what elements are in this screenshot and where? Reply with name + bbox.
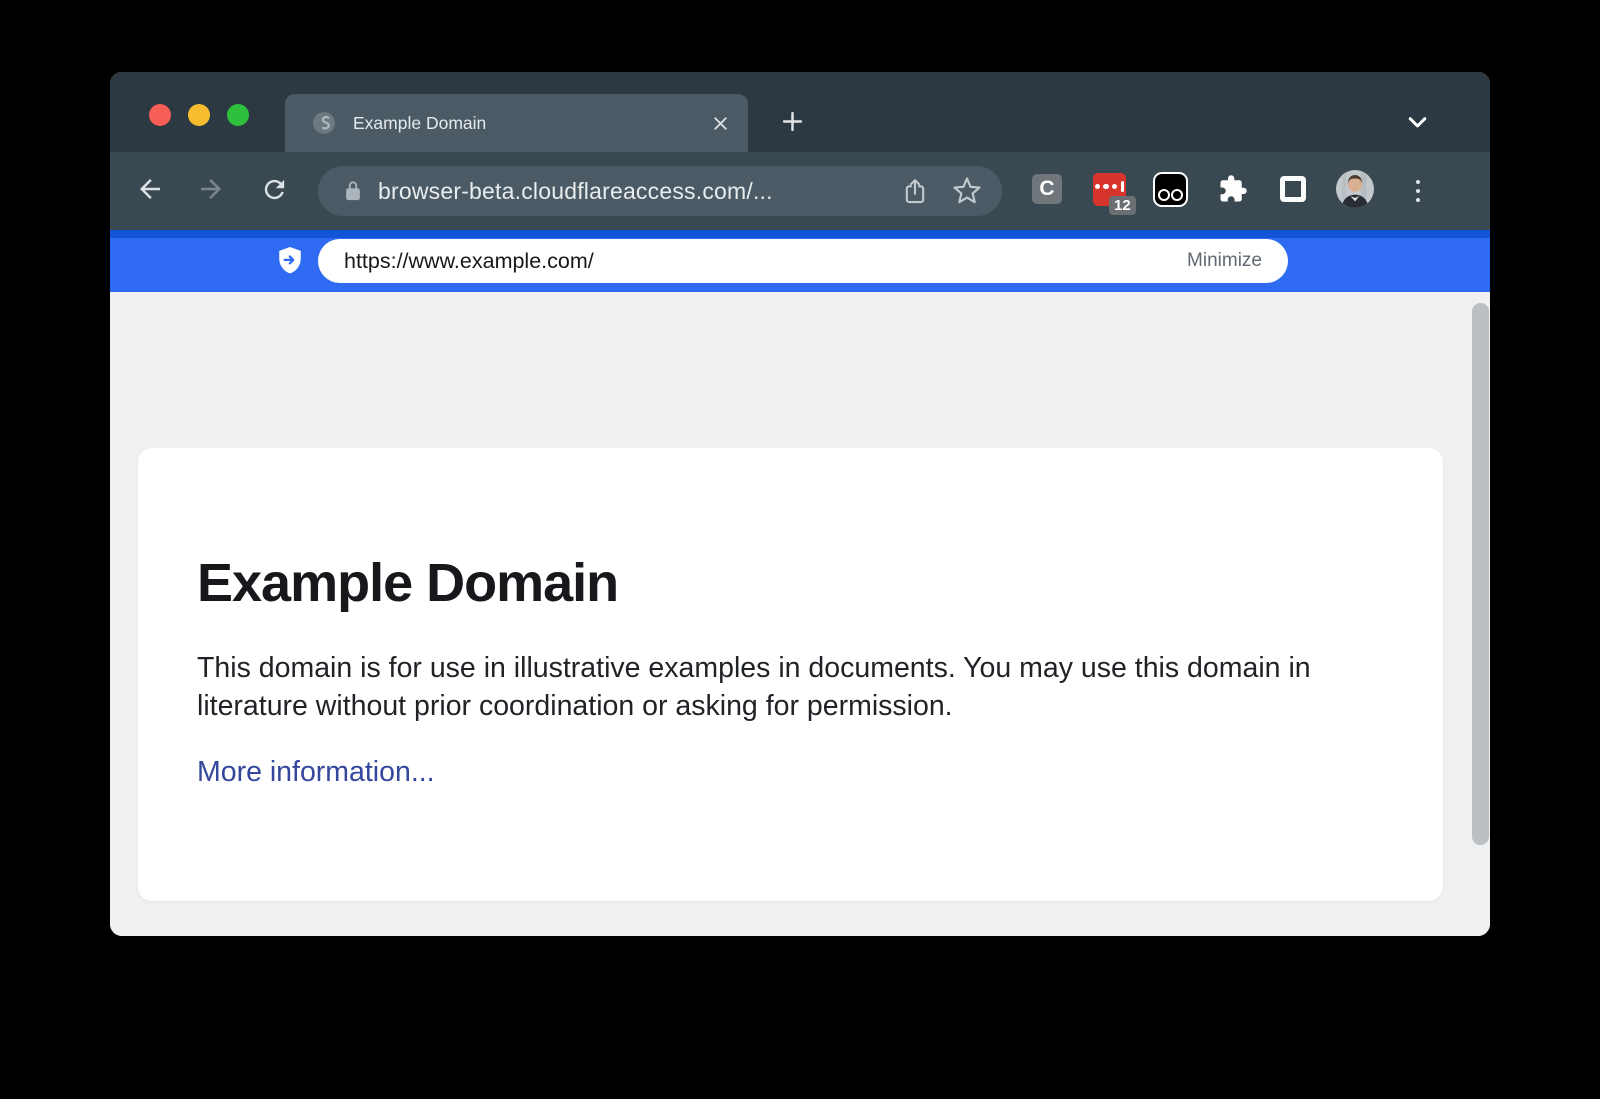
profile-avatar[interactable]	[1336, 170, 1374, 208]
minimize-button[interactable]: Minimize	[1187, 250, 1262, 272]
tab-example-domain[interactable]: Example Domain	[285, 94, 748, 152]
fullscreen-window-button[interactable]	[227, 104, 249, 126]
tab-title: Example Domain	[353, 113, 708, 134]
tab-strip: Example Domain	[110, 72, 1490, 152]
extensions-puzzle-icon[interactable]	[1218, 174, 1248, 204]
reload-button[interactable]	[259, 174, 289, 204]
bookmark-star-icon[interactable]	[952, 176, 982, 206]
lastpass-dots-icon	[1095, 181, 1125, 192]
browser-window: Example Domain	[110, 72, 1490, 936]
forward-button[interactable]	[196, 174, 226, 204]
tab-search-chevron-icon[interactable]	[1403, 107, 1431, 135]
more-information-link[interactable]: More information...	[197, 756, 435, 789]
page-paragraph: This domain is for use in illustrative e…	[197, 650, 1352, 726]
share-icon[interactable]	[900, 176, 930, 206]
circle-glyph	[1158, 189, 1170, 201]
isolation-url-text: https://www.example.com/	[344, 249, 1187, 274]
address-bar[interactable]: browser-beta.cloudflareaccess.com/...	[318, 166, 1002, 216]
new-tab-button[interactable]	[778, 107, 806, 135]
page-title: Example Domain	[197, 552, 1383, 614]
back-button[interactable]	[135, 174, 165, 204]
address-url-text: browser-beta.cloudflareaccess.com/...	[378, 178, 878, 205]
desktop-background: Example Domain	[0, 0, 1600, 1099]
isolation-bar: https://www.example.com/ Minimize	[110, 230, 1490, 292]
circle-glyph	[1171, 189, 1183, 201]
tab-close-icon[interactable]	[708, 111, 732, 135]
extension-two-circles-icon[interactable]	[1153, 172, 1188, 207]
lock-icon[interactable]	[342, 180, 364, 202]
minimize-window-button[interactable]	[188, 104, 210, 126]
browser-menu-kebab-icon[interactable]	[1410, 174, 1426, 208]
content-card: Example Domain This domain is for use in…	[138, 448, 1443, 901]
extension-lastpass-icon[interactable]: 12	[1093, 173, 1126, 206]
toolbar: browser-beta.cloudflareaccess.com/...	[110, 152, 1490, 230]
extension-c-icon[interactable]: C	[1032, 174, 1062, 204]
side-panel-icon[interactable]	[1280, 176, 1306, 202]
scrollbar[interactable]	[1472, 303, 1489, 845]
close-window-button[interactable]	[149, 104, 171, 126]
extension-badge: 12	[1109, 196, 1136, 215]
tab-favicon-icon	[311, 110, 337, 136]
page-viewport: Example Domain This domain is for use in…	[110, 292, 1490, 936]
shield-arrow-icon	[277, 247, 303, 275]
isolation-url-input[interactable]: https://www.example.com/ Minimize	[318, 239, 1288, 283]
window-controls	[149, 104, 249, 126]
